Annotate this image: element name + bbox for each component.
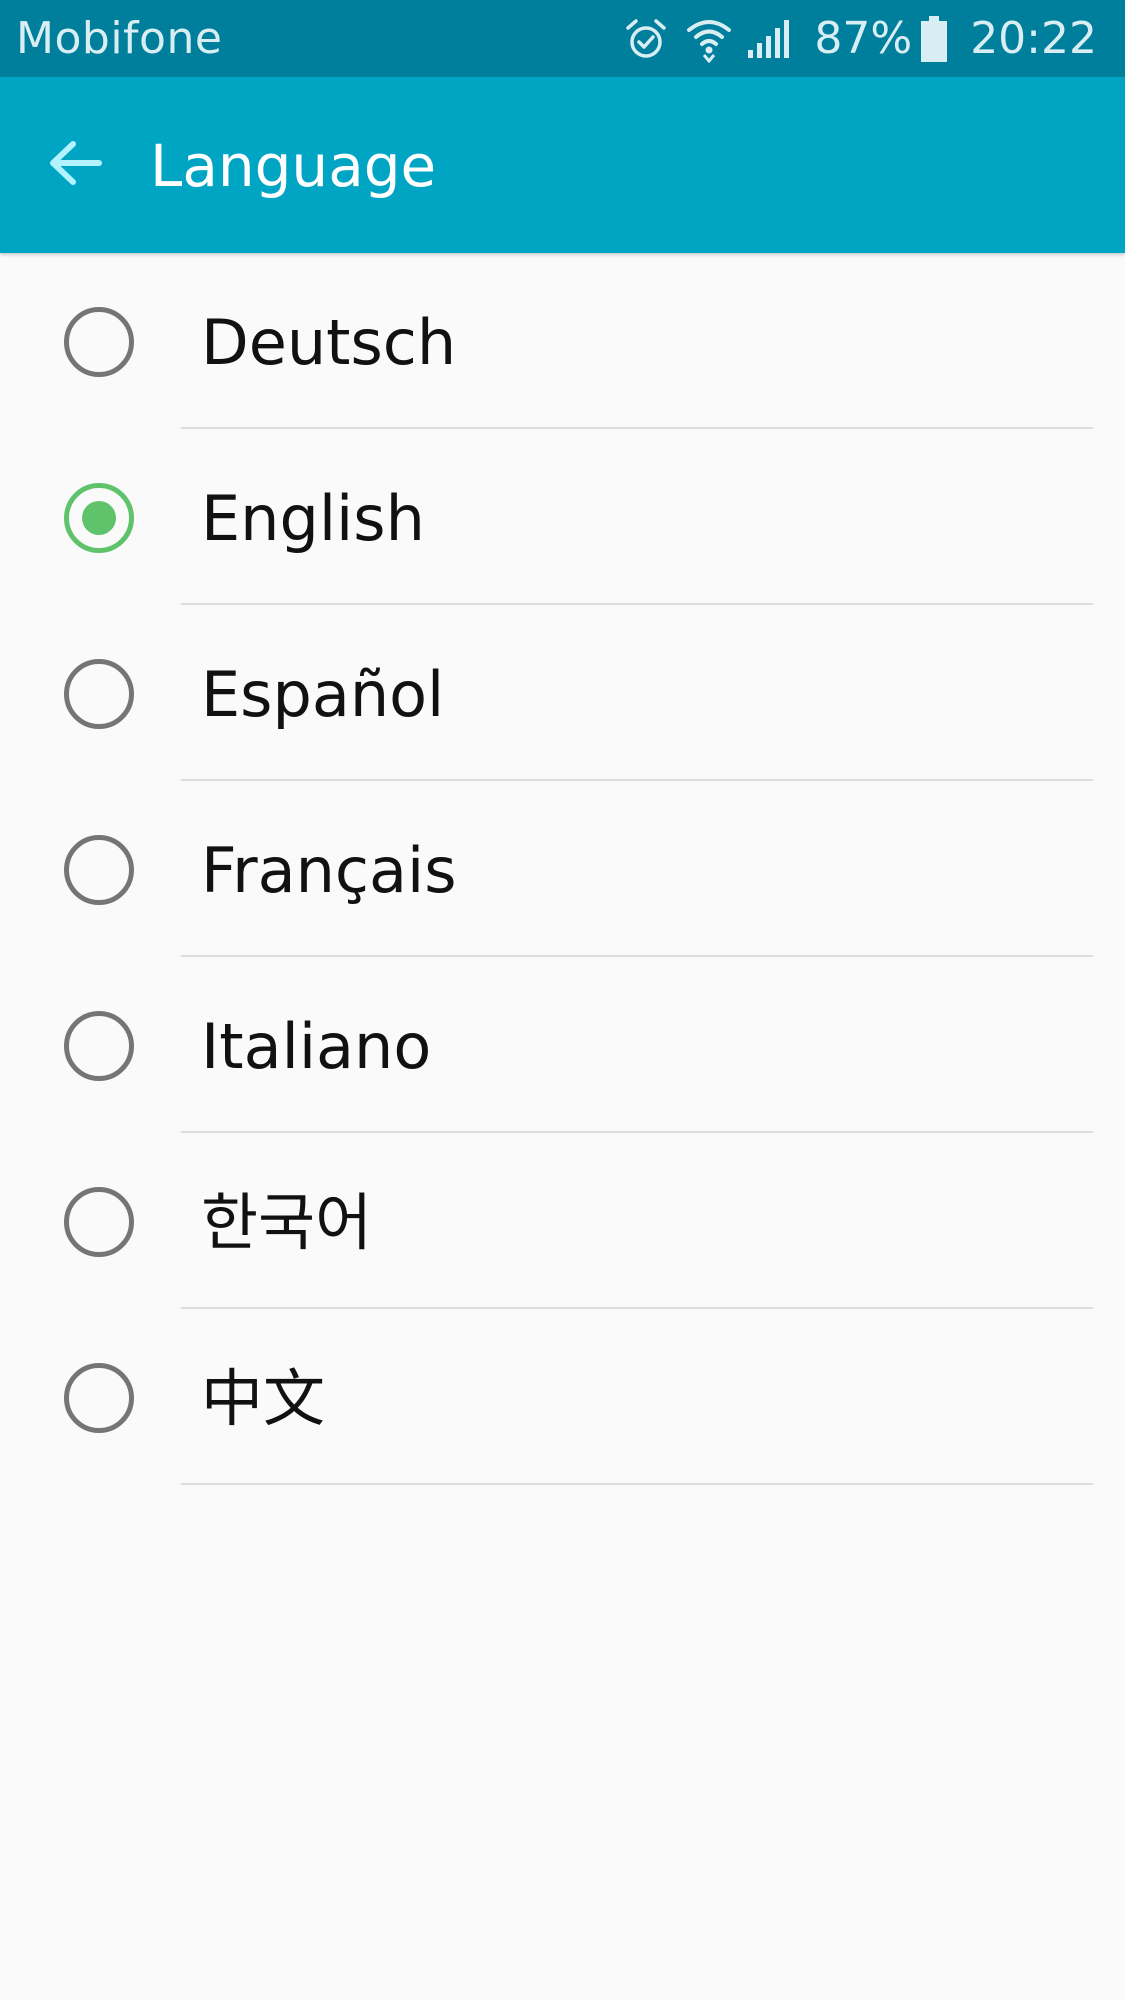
radio-button[interactable] [64, 659, 134, 729]
page-title: Language [150, 132, 437, 200]
arrow-left-icon [47, 139, 103, 192]
language-option-chinese[interactable]: 中文 [0, 1309, 1125, 1485]
radio-button[interactable] [64, 1187, 134, 1257]
language-label: English [201, 482, 425, 555]
status-icons: 87% 20:22 [624, 12, 1097, 66]
divider [181, 1483, 1093, 1485]
radio-button-selected[interactable] [64, 483, 134, 553]
language-label: Deutsch [201, 306, 457, 379]
radio-button[interactable] [64, 307, 134, 377]
language-label: Français [201, 834, 457, 907]
language-label: 한국어 [201, 1186, 373, 1259]
language-option-english[interactable]: English [0, 429, 1125, 605]
language-option-korean[interactable]: 한국어 [0, 1133, 1125, 1309]
language-label: 中文 [201, 1362, 326, 1435]
language-list: Deutsch English Español Français Italian… [0, 253, 1125, 1485]
language-option-deutsch[interactable]: Deutsch [0, 253, 1125, 429]
battery-icon [920, 15, 948, 63]
signal-icon [746, 18, 790, 60]
language-option-espanol[interactable]: Español [0, 605, 1125, 781]
back-button[interactable] [32, 122, 118, 208]
radio-button[interactable] [64, 835, 134, 905]
language-label: Español [201, 658, 445, 731]
carrier-name: Mobifone [16, 13, 223, 64]
battery-percent: 87% [814, 13, 913, 64]
status-bar: Mobifone 87% 20:22 [0, 0, 1125, 77]
radio-button[interactable] [64, 1363, 134, 1433]
language-option-italiano[interactable]: Italiano [0, 957, 1125, 1133]
wifi-icon [686, 15, 732, 63]
app-bar: Language [0, 77, 1125, 253]
radio-button[interactable] [64, 1011, 134, 1081]
clock: 20:22 [970, 13, 1097, 64]
language-label: Italiano [201, 1010, 432, 1083]
alarm-icon [624, 17, 668, 61]
language-option-francais[interactable]: Français [0, 781, 1125, 957]
